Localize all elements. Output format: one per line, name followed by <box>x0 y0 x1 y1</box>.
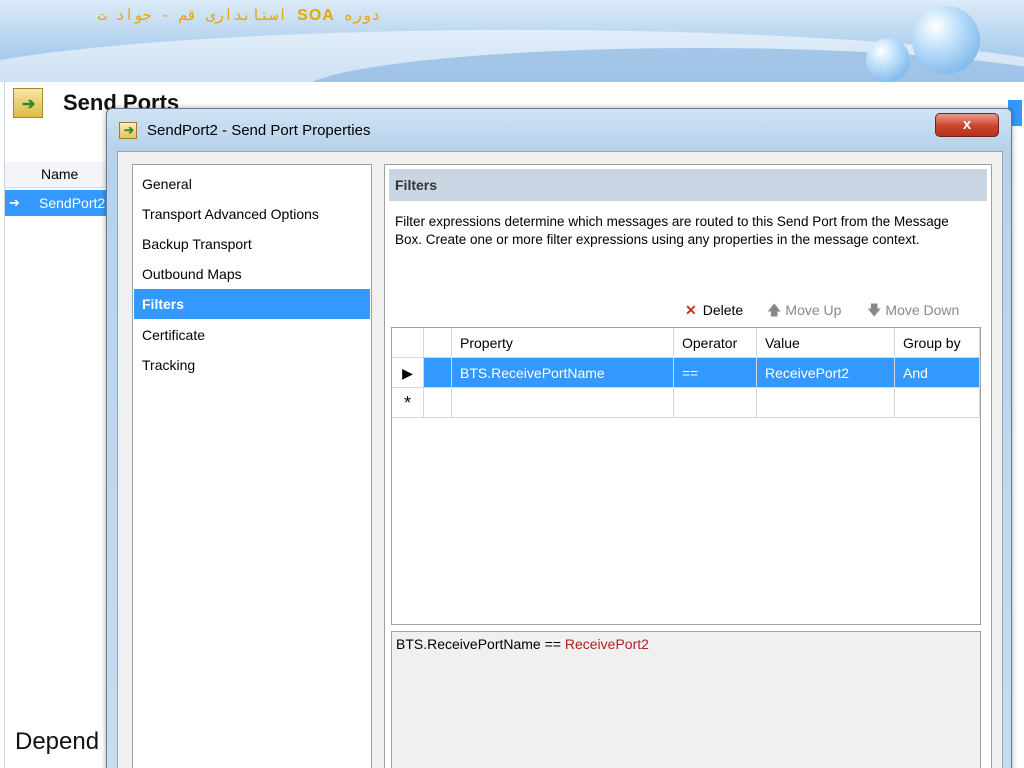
new-cell-operator[interactable] <box>674 388 757 418</box>
move-up-button[interactable]: 🡅 Move Up <box>767 299 841 321</box>
column-header-group-by[interactable]: Group by <box>895 328 980 358</box>
new-cell-value[interactable] <box>757 388 895 418</box>
send-port-icon: ➔ <box>119 122 137 139</box>
dialog-title: SendPort2 - Send Port Properties <box>147 122 371 139</box>
move-up-label: Move Up <box>785 302 842 318</box>
nav-item-general[interactable]: General <box>134 169 370 199</box>
row-selector[interactable]: ▶ <box>392 358 424 388</box>
slide-title-highlight: SOA <box>297 7 335 24</box>
filters-panel: Filters Filter expressions determine whi… <box>384 164 992 768</box>
new-cell-group-by[interactable] <box>895 388 980 418</box>
panel-header: Filters <box>389 169 987 201</box>
nav-item-certificate[interactable]: Certificate <box>134 320 370 350</box>
column-header-property[interactable]: Property <box>452 328 674 358</box>
column-header-operator[interactable]: Operator <box>674 328 757 358</box>
list-item-label: SendPort2 <box>39 195 106 211</box>
slide-title-suffix: استانداری قم - جواد ت <box>97 6 288 24</box>
slide-title: دوره SOA استانداری قم - جواد ت <box>0 6 380 25</box>
grid-spacer <box>424 328 452 358</box>
column-label: Name <box>41 166 79 182</box>
cell-operator[interactable]: == <box>674 358 757 388</box>
nav-item-tracking[interactable]: Tracking <box>134 350 370 380</box>
cell-property[interactable]: BTS.ReceivePortName <box>452 358 674 388</box>
delete-icon: ✕ <box>685 302 697 318</box>
nav-item-filters[interactable]: Filters <box>134 289 370 319</box>
dialog-body: General Transport Advanced Options Backu… <box>117 151 1003 768</box>
expression-preview: BTS.ReceivePortName == ReceivePort2 <box>391 631 981 768</box>
move-down-label: Move Down <box>885 302 960 318</box>
row-spacer <box>424 358 452 388</box>
send-port-icon: ➔ <box>9 195 20 210</box>
new-row-marker[interactable]: * <box>392 388 424 418</box>
new-cell-property[interactable] <box>452 388 674 418</box>
expression-value: ReceivePort2 <box>564 636 649 652</box>
section-heading: Depend <box>15 728 100 755</box>
decorative-bubble <box>912 6 980 74</box>
expression-text: BTS.ReceivePortName == <box>396 636 561 652</box>
move-down-button[interactable]: 🡇 Move Down <box>867 299 959 321</box>
send-port-properties-dialog: ➔ SendPort2 - Send Port Properties x Gen… <box>106 108 1012 768</box>
dialog-titlebar[interactable]: ➔ SendPort2 - Send Port Properties x <box>107 109 1011 151</box>
delete-label: Delete <box>702 302 744 318</box>
nav-item-backup-transport[interactable]: Backup Transport <box>134 229 370 259</box>
arrow-up-icon: 🡅 <box>767 302 782 318</box>
nav-item-outbound-maps[interactable]: Outbound Maps <box>134 259 370 289</box>
slide-banner: دوره SOA استانداری قم - جواد ت <box>0 0 1024 82</box>
cell-group-by[interactable]: And <box>895 358 980 388</box>
filter-grid: Property Operator Value Group by ▶ BTS.R… <box>391 327 981 625</box>
row-spacer <box>424 388 452 418</box>
filter-toolbar: ✕ Delete 🡅 Move Up 🡇 Move Down <box>685 299 985 321</box>
grid-corner <box>392 328 424 358</box>
close-button[interactable]: x <box>935 113 999 137</box>
properties-nav: General Transport Advanced Options Backu… <box>132 164 372 768</box>
send-port-icon: ➔ <box>13 88 43 118</box>
arrow-down-icon: 🡇 <box>867 302 882 318</box>
column-header-value[interactable]: Value <box>757 328 895 358</box>
cell-value[interactable]: ReceivePort2 <box>757 358 895 388</box>
delete-button[interactable]: ✕ Delete <box>685 299 743 321</box>
slide-title-prefix: دوره <box>343 6 380 24</box>
panel-description: Filter expressions determine which messa… <box>395 214 949 247</box>
nav-item-transport-advanced[interactable]: Transport Advanced Options <box>134 199 370 229</box>
decorative-bubble <box>866 38 910 82</box>
